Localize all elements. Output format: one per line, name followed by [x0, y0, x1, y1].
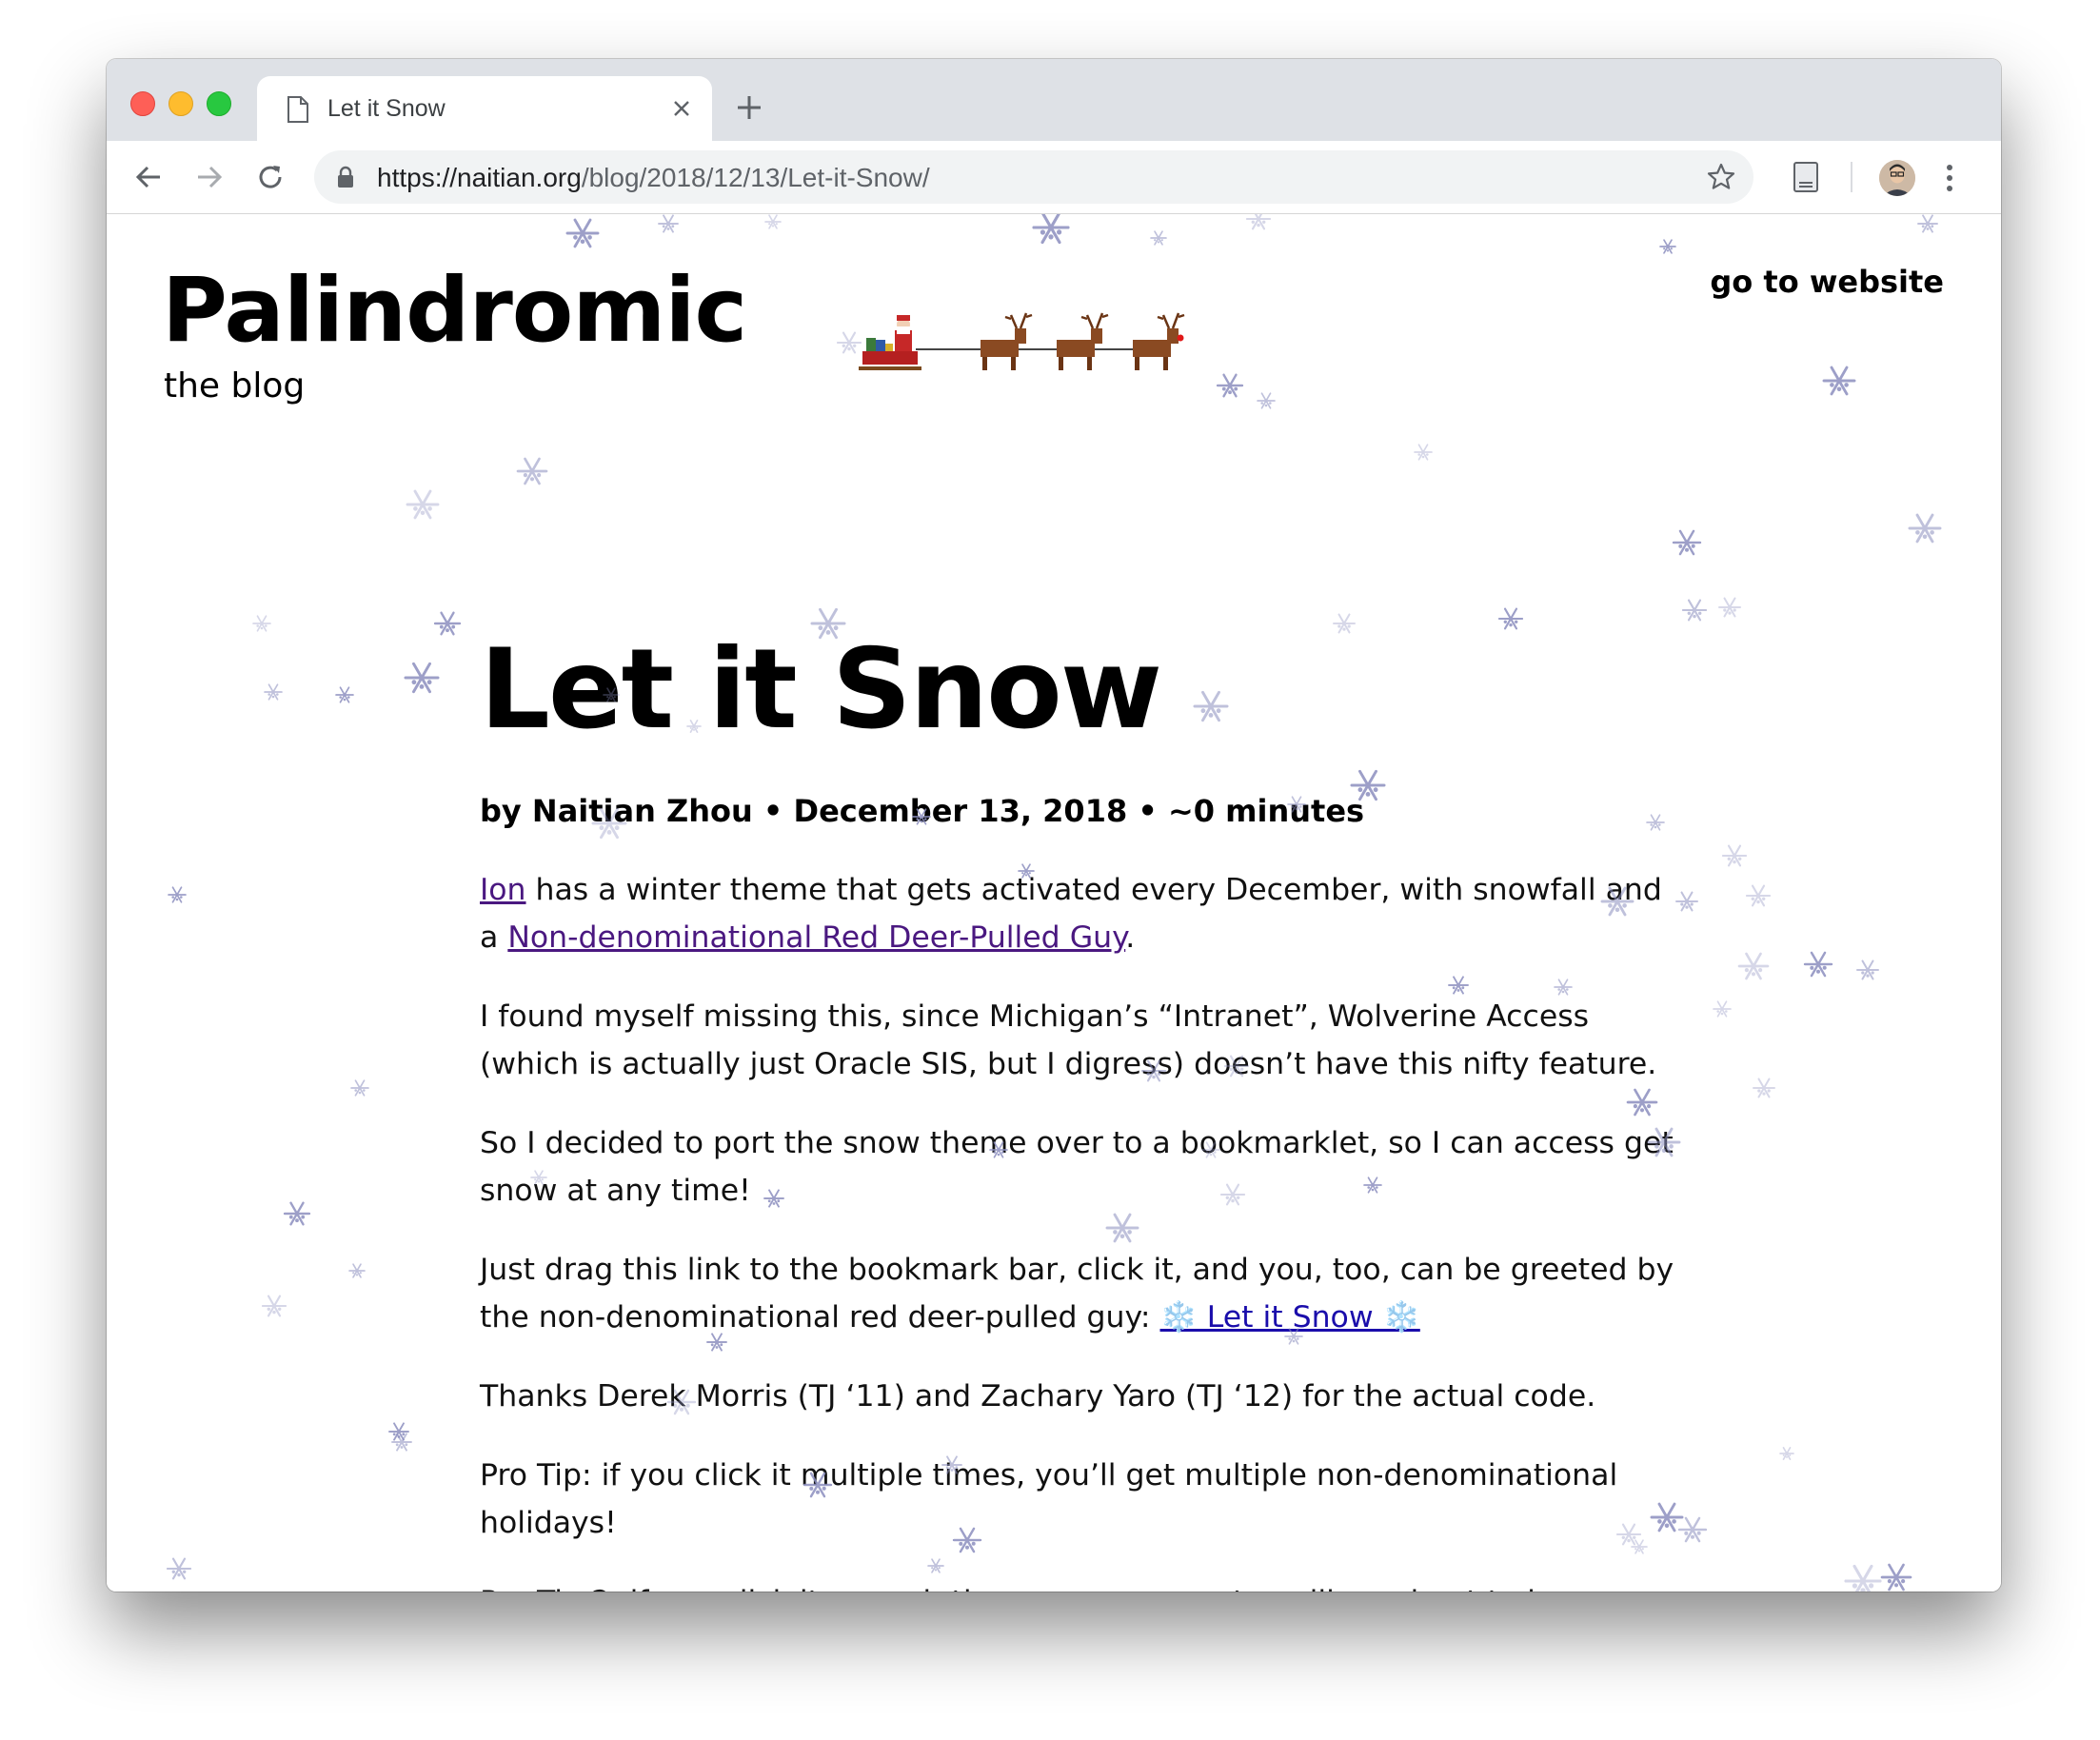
- toolbar-separator: [1851, 162, 1852, 192]
- document-icon: [287, 96, 308, 123]
- tab-let-it-snow[interactable]: Let it Snow: [257, 76, 712, 141]
- snowflake-icon: [1822, 366, 1856, 396]
- snowflake-icon: [565, 218, 600, 248]
- page-viewport: Palindromic the blog go to website Let i…: [107, 214, 2001, 1592]
- paragraph-4-text: Just drag this link to the bookmark bar,…: [480, 1253, 1674, 1335]
- snowflake-icon: [1150, 230, 1167, 246]
- avatar-portrait-icon: [1879, 160, 1915, 196]
- snowflake-icon: [388, 1422, 409, 1441]
- snowflake-icon: [1844, 1564, 1882, 1592]
- snowflake-icon: [283, 1201, 311, 1226]
- browser-window: Let it Snow https://naitian.org/blog/201…: [107, 59, 2001, 1592]
- snowflake-icon: [348, 1263, 366, 1278]
- site-title[interactable]: Palindromic: [162, 262, 747, 361]
- reload-icon[interactable]: [253, 160, 287, 194]
- snowflake-icon: [516, 457, 548, 485]
- go-to-website-link[interactable]: go to website: [1710, 264, 1944, 300]
- post-meta: by Naitian Zhou • December 13, 2018 • ~0…: [480, 793, 1365, 829]
- browser-toolbar: https://naitian.org/blog/2018/12/13/Let-…: [107, 141, 2001, 214]
- paragraph-6: Pro Tip: if you click it multiple times,…: [480, 1458, 1618, 1540]
- snowflake-icon: [404, 662, 440, 694]
- url-text: https://naitian.org/blog/2018/12/13/Let-…: [377, 163, 930, 193]
- paragraph-3: So I decided to port the snow theme over…: [480, 1126, 1674, 1208]
- snowflake-icon: [1737, 952, 1770, 980]
- snowflake-icon: [1880, 1563, 1912, 1592]
- red-deer-guy-link[interactable]: Non-denominational Red Deer-Pulled Guy: [507, 920, 1125, 955]
- tab-title: Let it Snow: [327, 95, 446, 122]
- new-tab-icon[interactable]: [735, 93, 763, 122]
- snowflake-icon: [1246, 214, 1271, 230]
- snowflake-icon: [1333, 613, 1356, 634]
- snowflake-icon: [1032, 214, 1070, 245]
- post-body: Ion has a winter theme that gets activat…: [480, 866, 1681, 1592]
- snowflake-icon: [1672, 529, 1702, 556]
- snowflake-icon: [167, 1557, 191, 1580]
- snowflake-icon: [1753, 1078, 1775, 1098]
- snowflake-icon: [764, 214, 782, 229]
- snowflake-icon: [1908, 513, 1942, 544]
- snowflake-icon: [1216, 373, 1244, 398]
- reindeer-2: [1057, 312, 1109, 370]
- snowflake-icon: [1713, 1000, 1732, 1018]
- snowflake-icon: [168, 886, 187, 903]
- profile-avatar[interactable]: [1879, 160, 1915, 196]
- extension-document-icon[interactable]: [1790, 160, 1822, 194]
- snowflake-icon: [1722, 844, 1747, 867]
- lock-icon: [338, 166, 353, 188]
- snowflake-icon: [264, 683, 283, 701]
- snowflake-icon: [1682, 599, 1707, 622]
- snowflake-icon: [837, 331, 862, 354]
- snowflake-icon: [1498, 607, 1523, 630]
- snowflake-icon: [1803, 951, 1833, 978]
- snowflake-icon: [658, 214, 679, 233]
- sleigh-reindeer-image: [859, 312, 1185, 370]
- tab-strip: Let it Snow: [107, 59, 2001, 141]
- snowflake-icon: [406, 489, 440, 520]
- snowflake-icon: [335, 686, 354, 703]
- bookmark-star-icon[interactable]: [1706, 162, 1736, 192]
- let-it-snow-bookmarklet-link[interactable]: ❄️ Let it Snow ❄️: [1160, 1300, 1420, 1335]
- url-host: https://naitian.org: [377, 163, 582, 192]
- snowflake-icon: [1646, 814, 1665, 831]
- paragraph-7: Pro Tip 2: if you click it enough times,…: [480, 1578, 1681, 1592]
- snowflake-icon: [1414, 444, 1433, 461]
- snowflake-icon: [252, 615, 271, 632]
- snowflake-icon: [1856, 959, 1879, 980]
- back-arrow-icon[interactable]: [131, 160, 166, 194]
- snowflake-icon: [1718, 597, 1741, 618]
- paragraph-5: Thanks Derek Morris (TJ ‘11) and Zachary…: [480, 1379, 1596, 1414]
- post-title: Let it Snow: [480, 625, 1162, 754]
- snowflake-icon: [350, 1079, 369, 1097]
- paragraph-1-end: .: [1125, 920, 1136, 955]
- snowflake-icon: [1779, 1447, 1794, 1460]
- more-menu-icon[interactable]: [1942, 162, 1957, 194]
- snowflake-icon: [1659, 239, 1676, 254]
- close-window-button[interactable]: [130, 91, 155, 116]
- snowflake-icon: [1746, 884, 1771, 907]
- snowflake-icon: [1193, 690, 1229, 722]
- forward-arrow-icon[interactable]: [192, 160, 227, 194]
- snowflake-icon: [1257, 392, 1276, 409]
- reindeer-1: [981, 312, 1033, 370]
- snowflake-icon: [262, 1295, 287, 1317]
- url-path: /blog/2018/12/13/Let-it-Snow/: [581, 163, 930, 192]
- ion-link[interactable]: Ion: [480, 873, 526, 907]
- close-tab-icon[interactable]: [668, 95, 695, 122]
- paragraph-2: I found myself missing this, since Michi…: [480, 999, 1657, 1081]
- snowflake-icon: [391, 1433, 412, 1452]
- snowflake-icon: [433, 611, 462, 636]
- paragraph-1: Ion has a winter theme that gets activat…: [480, 866, 1681, 961]
- reindeer-3: [1133, 312, 1185, 370]
- snowflake-icon: [1917, 214, 1938, 233]
- minimize-window-button[interactable]: [168, 91, 193, 116]
- maximize-window-button[interactable]: [207, 91, 231, 116]
- snowflake-icon: [1677, 1516, 1708, 1543]
- address-bar[interactable]: https://naitian.org/blog/2018/12/13/Let-…: [314, 150, 1753, 204]
- site-subtitle: the blog: [164, 366, 306, 405]
- paragraph-4: Just drag this link to the bookmark bar,…: [480, 1246, 1681, 1341]
